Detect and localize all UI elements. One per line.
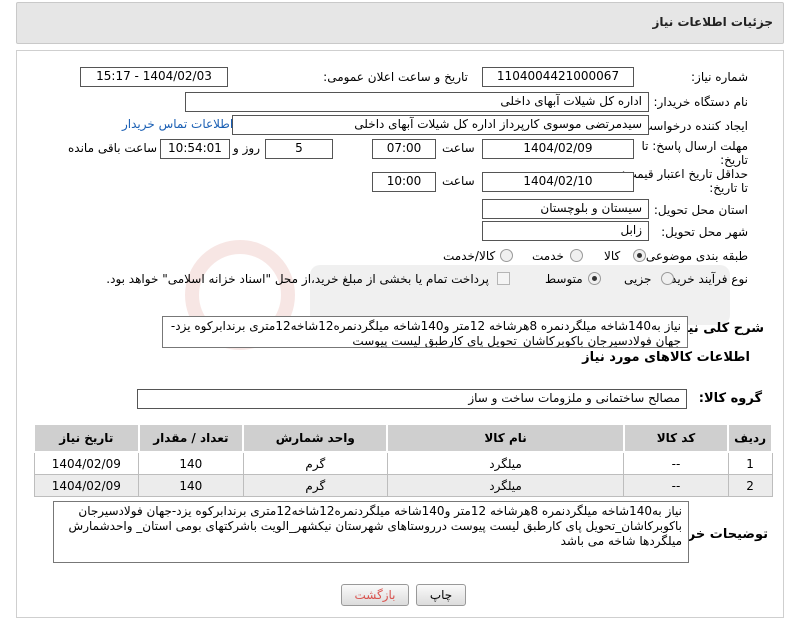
deadline-time-field: 07:00 xyxy=(372,139,436,159)
description-textarea[interactable]: نیاز به140شاخه میلگردنمره 8هرشاخه 12متر … xyxy=(162,316,688,348)
category-option-both: کالا/خدمت xyxy=(443,249,496,263)
treasury-payment-checkbox[interactable] xyxy=(497,272,510,285)
buyer-notes-textarea[interactable]: نیاز به140شاخه میلگردنمره 8هرشاخه 12متر … xyxy=(53,501,689,563)
buyer-org-label: نام دستگاه خریدار: xyxy=(653,95,749,109)
remaining-time-label: ساعت باقی مانده xyxy=(68,141,158,155)
page-title: جزئیات اطلاعات نیاز xyxy=(652,15,773,29)
description-text: نیاز به140شاخه میلگردنمره 8هرشاخه 12متر … xyxy=(170,319,681,348)
announce-field: 1404/02/03 - 15:17 xyxy=(80,67,228,87)
item-unit: گرم xyxy=(242,474,388,497)
province-field: سیستان و بلوچستان xyxy=(482,199,649,219)
col-unit: واحد شمارش xyxy=(242,423,389,453)
category-radio-both[interactable] xyxy=(500,249,513,262)
goods-group-label: گروه کالا: xyxy=(698,391,762,406)
announce-label: تاریخ و ساعت اعلان عمومی: xyxy=(323,70,468,84)
deadline-date-field: 1404/02/09 xyxy=(482,139,634,159)
item-date: 1404/02/09 xyxy=(33,474,140,497)
treasury-payment-note: پرداخت تمام یا بخشی از مبلغ خرید،از محل … xyxy=(106,272,489,286)
process-radio-medium[interactable] xyxy=(588,272,601,285)
city-label: شهر محل تحویل: xyxy=(661,225,748,239)
col-code: کد کالا xyxy=(622,423,730,453)
validity-label-line2: تا تاریخ: xyxy=(709,181,748,195)
buyer-org-field: اداره کل شیلات آبهای داخلی xyxy=(185,92,649,112)
buyer-notes-text: نیاز به140شاخه میلگردنمره 8هرشاخه 12متر … xyxy=(68,504,682,548)
remaining-time-field: 10:54:01 xyxy=(160,139,230,159)
item-code: -- xyxy=(623,451,729,475)
deadline-time-label: ساعت xyxy=(442,141,475,155)
print-button[interactable]: چاپ xyxy=(416,584,466,606)
item-date: 1404/02/09 xyxy=(33,451,140,475)
col-name: نام کالا xyxy=(386,423,625,453)
requester-field: سیدمرتضی موسوی کارپرداز اداره کل شیلات آ… xyxy=(232,115,649,135)
items-section-title: اطلاعات کالاهای مورد نیاز xyxy=(582,350,750,365)
items-table: ردیف کد کالا نام کالا واحد شمارش تعداد /… xyxy=(33,423,773,497)
deadline-label-line1: مهلت ارسال پاسخ: تا xyxy=(641,139,748,153)
row-number: 1 xyxy=(727,451,773,475)
item-name: میلگرد xyxy=(386,474,625,497)
process-option-minor: جزیی xyxy=(624,272,652,286)
deadline-days-field: 5 xyxy=(265,139,333,159)
deadline-days-label: روز و xyxy=(233,141,260,155)
table-row: 2 -- میلگرد گرم 140 1404/02/09 xyxy=(33,474,773,497)
category-radio-goods[interactable] xyxy=(633,249,646,262)
col-qty: تعداد / مقدار xyxy=(137,423,245,453)
item-qty: 140 xyxy=(138,451,244,475)
table-row: 1 -- میلگرد گرم 140 1404/02/09 xyxy=(33,451,773,475)
back-button[interactable]: بازگشت xyxy=(341,584,409,606)
need-number-label: شماره نیاز: xyxy=(691,70,748,84)
goods-group-field: مصالح ساختمانی و ملزومات ساخت و ساز xyxy=(137,389,687,409)
item-name: میلگرد xyxy=(386,451,625,475)
city-field: زابل xyxy=(482,221,649,241)
page-header: جزئیات اطلاعات نیاز xyxy=(16,2,784,44)
requester-label: ایجاد کننده درخواست: xyxy=(637,119,748,133)
province-label: استان محل تحویل: xyxy=(653,203,748,217)
item-qty: 140 xyxy=(138,474,244,497)
item-code: -- xyxy=(623,474,729,497)
col-date: تاریخ نیاز xyxy=(33,423,140,453)
validity-label-line1: حداقل تاریخ اعتبار قیمت: xyxy=(621,167,748,181)
col-row: ردیف xyxy=(727,423,773,453)
category-option-service: خدمت xyxy=(532,249,564,263)
category-option-goods: کالا xyxy=(604,249,621,263)
row-number: 2 xyxy=(727,474,773,497)
process-radio-minor[interactable] xyxy=(661,272,674,285)
process-label: نوع فرآیند خرید : xyxy=(663,272,748,286)
validity-time-field: 10:00 xyxy=(372,172,436,192)
validity-date-field: 1404/02/10 xyxy=(482,172,634,192)
validity-time-label: ساعت xyxy=(442,174,475,188)
category-radio-service[interactable] xyxy=(570,249,583,262)
item-unit: گرم xyxy=(242,451,388,475)
need-number-field: 1104004421000067 xyxy=(482,67,634,87)
category-label: طبقه بندی موضوعی: xyxy=(641,249,748,263)
deadline-label-line2: تاریخ: xyxy=(720,153,748,167)
buyer-contact-link[interactable]: اطلاعات تماس خریدار xyxy=(122,117,233,131)
process-option-medium: متوسط xyxy=(545,272,583,286)
